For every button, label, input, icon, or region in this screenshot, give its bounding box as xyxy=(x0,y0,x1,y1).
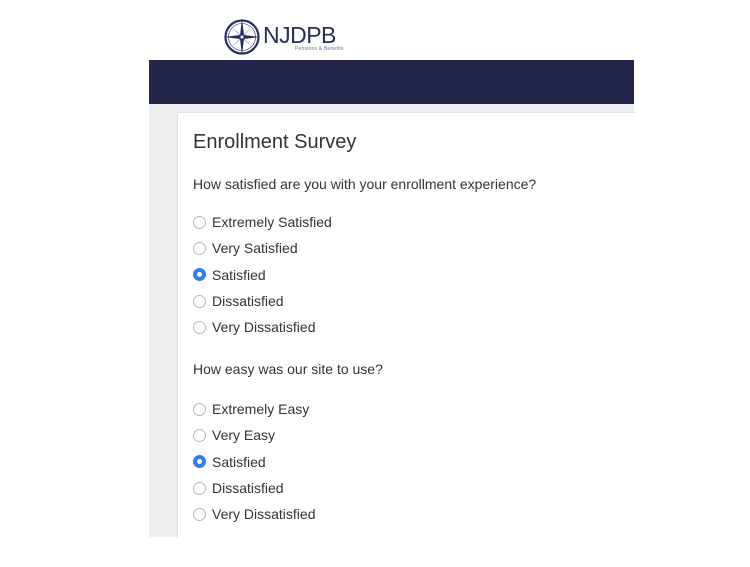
option-label: Satisfied xyxy=(212,266,266,283)
logo-wordmark: NJDPB xyxy=(263,21,336,48)
radio-button-selected[interactable] xyxy=(193,455,206,469)
option-label: Very Dissatisfied xyxy=(212,506,316,523)
option-dissatisfied[interactable]: Dissatisfied xyxy=(193,475,315,501)
option-very-easy[interactable]: Very Easy xyxy=(193,422,315,448)
radio-button-selected[interactable] xyxy=(193,268,206,282)
option-satisfied[interactable]: Satisfied xyxy=(193,262,332,288)
radio-button[interactable] xyxy=(193,294,206,308)
option-label: Extremely Easy xyxy=(212,401,310,418)
option-label: Dissatisfied xyxy=(212,480,284,497)
survey-title: Enrollment Survey xyxy=(193,131,357,153)
radio-button[interactable] xyxy=(193,402,206,416)
header-bar xyxy=(149,60,634,104)
option-label: Very Dissatisfied xyxy=(212,319,316,336)
satisfaction-options: Extremely Satisfied Very Satisfied Satis… xyxy=(193,209,332,340)
radio-button[interactable] xyxy=(193,507,206,521)
option-very-dissatisfied[interactable]: Very Dissatisfied xyxy=(193,314,332,340)
question-satisfaction: How satisfied are you with your enrollme… xyxy=(193,176,537,192)
option-very-dissatisfied[interactable]: Very Dissatisfied xyxy=(193,501,315,527)
option-label: Satisfied xyxy=(212,453,266,470)
option-label: Extremely Satisfied xyxy=(212,214,332,231)
radio-button[interactable] xyxy=(193,428,206,442)
option-very-satisfied[interactable]: Very Satisfied xyxy=(193,235,332,261)
logo-text-group: NJDPB Pensions & Benefits xyxy=(263,23,344,52)
ease-of-use-options: Extremely Easy Very Easy Satisfied Dissa… xyxy=(193,396,315,527)
option-extremely-satisfied[interactable]: Extremely Satisfied xyxy=(193,209,332,235)
question-ease-of-use: How easy was our site to use? xyxy=(193,361,383,377)
survey-card: Enrollment Survey How satisfied are you … xyxy=(177,112,635,538)
njdpb-logo[interactable]: NJDPB Pensions & Benefits xyxy=(222,14,344,60)
option-extremely-easy[interactable]: Extremely Easy xyxy=(193,396,315,422)
compass-rose-icon xyxy=(224,19,260,55)
option-label: Very Easy xyxy=(212,427,276,444)
page: NJDPB Pensions & Benefits Enrollment Sur… xyxy=(0,0,750,567)
radio-button[interactable] xyxy=(193,481,206,495)
option-satisfied[interactable]: Satisfied xyxy=(193,449,315,475)
radio-button[interactable] xyxy=(193,215,206,229)
radio-button[interactable] xyxy=(193,320,206,334)
content-area: Enrollment Survey How satisfied are you … xyxy=(149,104,635,538)
logo-tagline: Pensions & Benefits xyxy=(295,45,344,52)
radio-button[interactable] xyxy=(193,241,206,255)
option-label: Very Satisfied xyxy=(212,240,298,257)
option-dissatisfied[interactable]: Dissatisfied xyxy=(193,288,332,314)
option-label: Dissatisfied xyxy=(212,293,284,310)
